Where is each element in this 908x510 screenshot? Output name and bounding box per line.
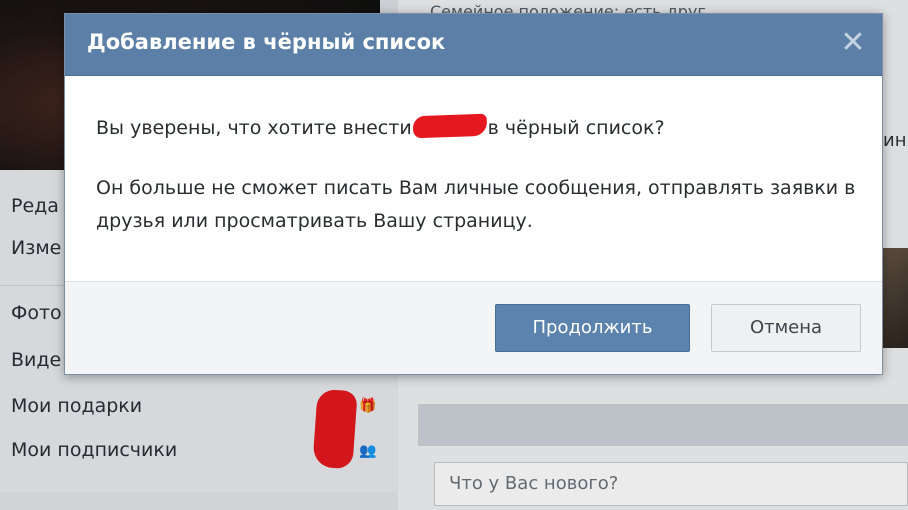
continue-button[interactable]: Продолжить <box>495 304 690 352</box>
cancel-button[interactable]: Отмена <box>711 304 861 352</box>
blacklist-dialog: Добавление в чёрный список ✕ Вы уверены,… <box>64 13 883 375</box>
dialog-header: Добавление в чёрный список ✕ <box>65 14 882 76</box>
dialog-body: Вы уверены, что хотите внести в чёрный сп… <box>96 112 866 238</box>
confirmation-question: Вы уверены, что хотите внести в чёрный сп… <box>96 112 866 145</box>
question-text-start: Вы уверены, что хотите внести <box>96 117 412 139</box>
dialog-title: Добавление в чёрный список <box>87 30 446 54</box>
dialog-footer: Продолжить Отмена <box>65 281 882 374</box>
close-icon[interactable]: ✕ <box>838 28 868 58</box>
redaction-mark <box>412 113 488 139</box>
explanation-text: Он больше не сможет писать Вам личные со… <box>96 177 856 232</box>
question-text-end: в чёрный список? <box>487 117 665 139</box>
